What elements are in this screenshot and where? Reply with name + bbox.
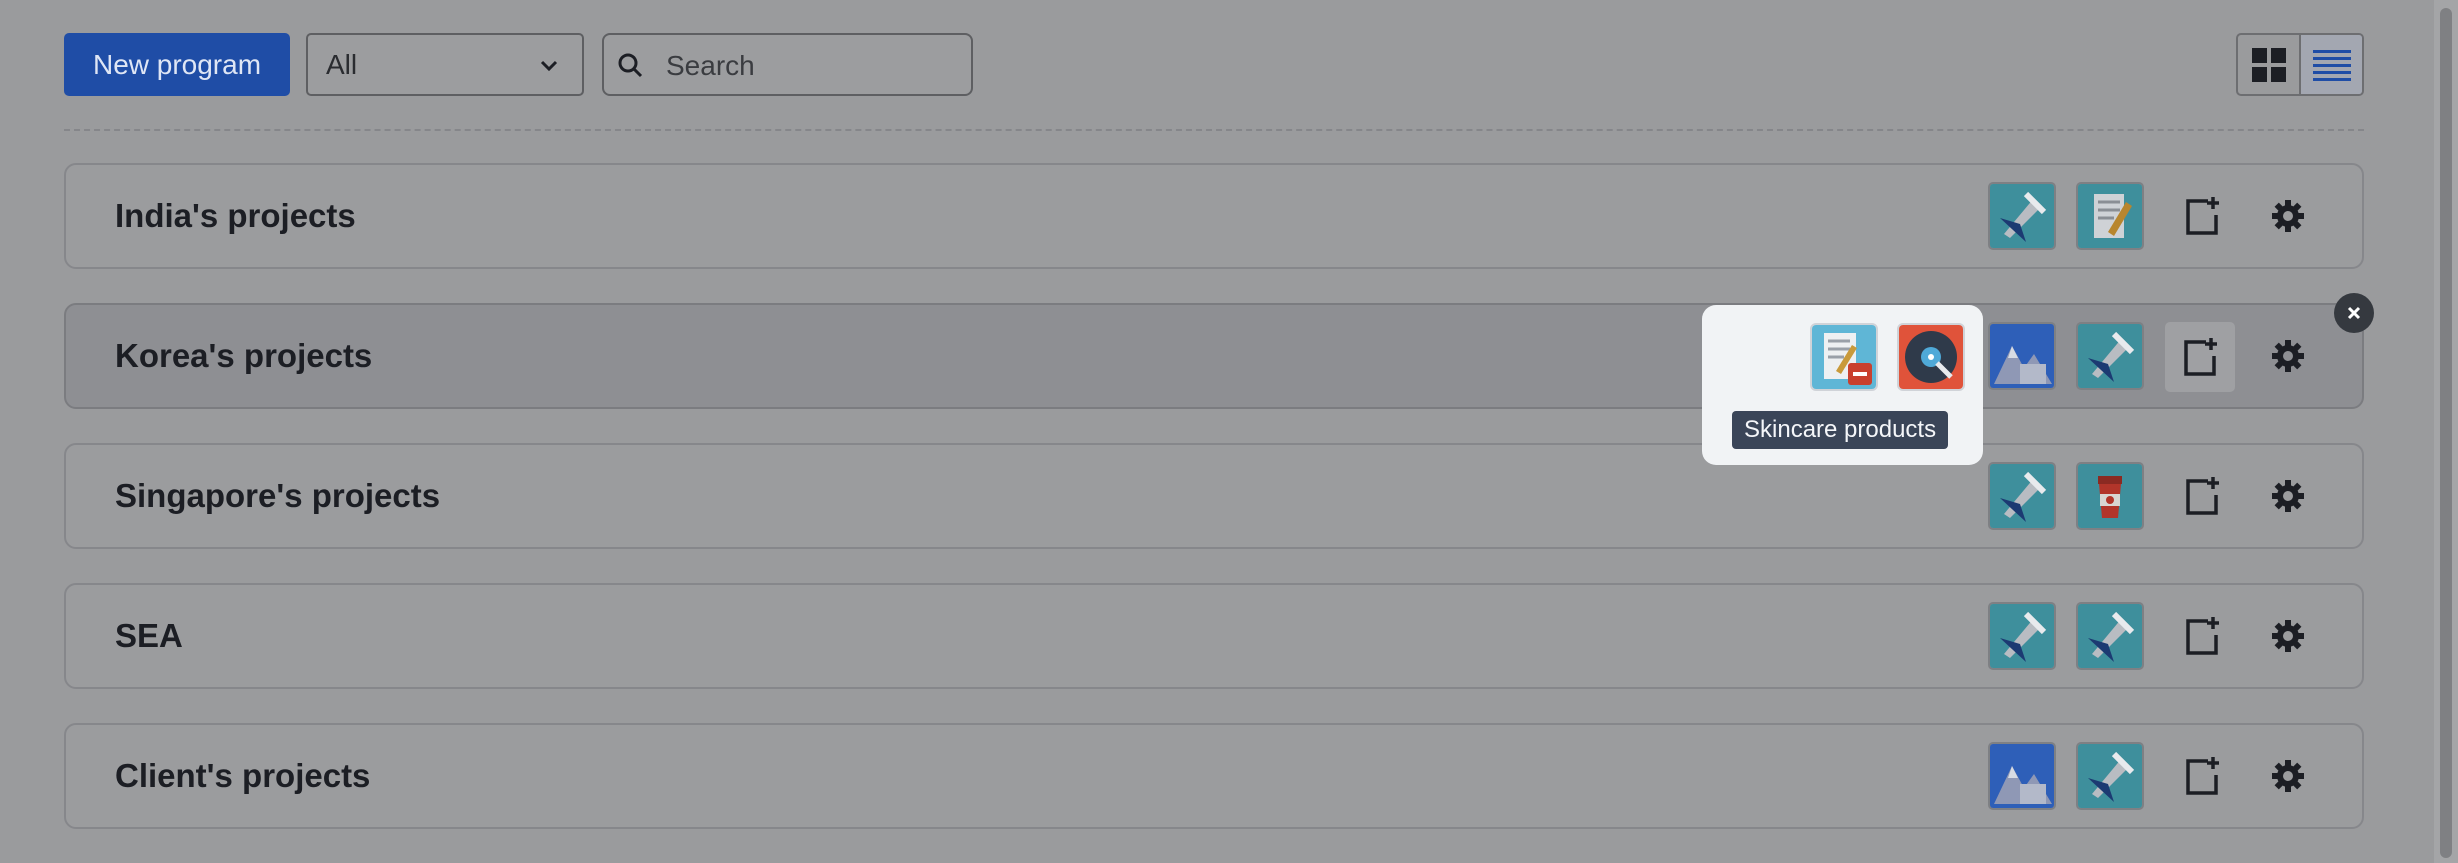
add-document-icon[interactable]	[2165, 322, 2235, 392]
close-icon[interactable]	[2334, 293, 2374, 333]
project-picker-popover: Skincare products	[1702, 305, 1983, 465]
pencil-plane-icon[interactable]	[1988, 182, 2056, 250]
list-icon	[2312, 49, 2351, 81]
add-document-icon[interactable]	[2176, 470, 2228, 522]
program-title[interactable]: Singapore's projects	[115, 445, 440, 547]
filter-selected-value: All	[326, 48, 358, 80]
scrollbar-thumb[interactable]	[2440, 8, 2452, 858]
settings-gear-icon[interactable]	[2262, 470, 2314, 522]
pencil-plane-icon[interactable]	[2076, 742, 2144, 810]
settings-gear-icon[interactable]	[2262, 610, 2314, 662]
program-row[interactable]: SEA	[64, 583, 2364, 689]
add-document-icon[interactable]	[2176, 750, 2228, 802]
search-icon	[618, 53, 643, 78]
program-title[interactable]: India's projects	[115, 165, 356, 267]
vinyl-record-icon[interactable]	[1897, 323, 1965, 391]
program-title[interactable]: SEA	[115, 585, 183, 687]
add-document-icon[interactable]	[2176, 610, 2228, 662]
program-row[interactable]: Korea's projects	[64, 303, 2364, 409]
settings-gear-icon[interactable]	[2262, 750, 2314, 802]
view-toggle	[2236, 33, 2364, 96]
divider	[64, 129, 2364, 131]
settings-gear-icon[interactable]	[2262, 190, 2314, 242]
add-document-icon[interactable]	[2176, 190, 2228, 242]
program-title[interactable]: Korea's projects	[115, 305, 372, 407]
search-input[interactable]	[664, 43, 958, 89]
pencil-plane-icon[interactable]	[1988, 462, 2056, 530]
grid-view-button[interactable]	[2238, 35, 2301, 94]
new-program-button[interactable]: New program	[64, 33, 290, 96]
filter-select[interactable]: All	[306, 33, 584, 96]
grid-icon	[2251, 47, 2286, 82]
program-row[interactable]: India's projects	[64, 163, 2364, 269]
coffee-cup-icon[interactable]	[2076, 462, 2144, 530]
settings-gear-icon[interactable]	[2262, 330, 2314, 382]
pencil-plane-icon[interactable]	[2076, 602, 2144, 670]
tooltip: Skincare products	[1732, 411, 1949, 449]
program-title[interactable]: Client's projects	[115, 725, 370, 827]
program-row[interactable]: Client's projects	[64, 723, 2364, 829]
notebook-remove-icon[interactable]	[1810, 323, 1878, 391]
list-view-button[interactable]	[2301, 35, 2362, 94]
pencil-plane-icon[interactable]	[2076, 322, 2144, 390]
mountain-icon[interactable]	[1988, 322, 2056, 390]
notebook-pencil-icon[interactable]	[2076, 182, 2144, 250]
search-field[interactable]	[602, 33, 973, 96]
program-row[interactable]: Singapore's projects	[64, 443, 2364, 549]
chevron-down-icon	[540, 60, 558, 72]
program-list-page: New program All India's projects	[0, 0, 2458, 863]
pencil-plane-icon[interactable]	[1988, 602, 2056, 670]
mountain-icon[interactable]	[1988, 742, 2056, 810]
